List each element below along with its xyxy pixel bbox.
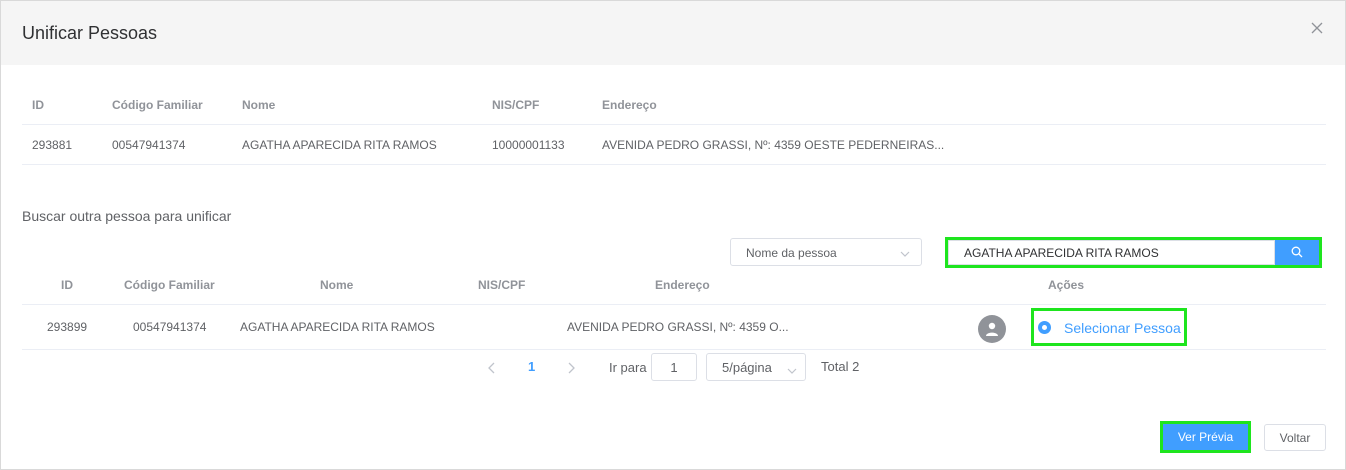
table-row: 293881 00547941374 AGATHA APARECIDA RITA… bbox=[22, 125, 1326, 165]
col-acoes: Ações bbox=[1048, 278, 1085, 292]
col-endereco: Endereço bbox=[655, 278, 710, 292]
user-icon[interactable] bbox=[978, 315, 1006, 343]
person-table: ID Código Familiar Nome NIS/CPF Endereço… bbox=[22, 85, 1326, 165]
search-section-label: Buscar outra pessoa para unificar bbox=[22, 208, 232, 224]
select-person-label[interactable]: Selecionar Pessoa bbox=[1064, 320, 1181, 336]
page-size-select[interactable]: 5/página bbox=[706, 353, 806, 381]
page-number[interactable]: 1 bbox=[528, 359, 535, 374]
cell-id: 293881 bbox=[32, 138, 73, 152]
chevron-down-icon bbox=[899, 247, 911, 265]
col-nome: Nome bbox=[242, 98, 276, 112]
cell-id: 293899 bbox=[47, 320, 88, 334]
back-button[interactable]: Voltar bbox=[1264, 424, 1326, 451]
results-table-header: ID Código Familiar Nome NIS/CPF Endereço… bbox=[22, 265, 1326, 305]
person-table-header: ID Código Familiar Nome NIS/CPF Endereço bbox=[22, 85, 1326, 125]
pagination-total: Total 2 bbox=[821, 359, 860, 374]
search-filter-select[interactable]: Nome da pessoa bbox=[730, 238, 922, 266]
chevron-down-icon bbox=[787, 363, 797, 381]
search-icon bbox=[1291, 246, 1303, 258]
search-filter-value: Nome da pessoa bbox=[746, 246, 837, 260]
col-id: ID bbox=[32, 98, 44, 112]
dialog-title: Unificar Pessoas bbox=[22, 23, 158, 43]
dialog-header: Unificar Pessoas bbox=[1, 1, 1345, 65]
select-person-action[interactable]: Selecionar Pessoa bbox=[1031, 308, 1187, 346]
cell-codigo-familiar: 00547941374 bbox=[112, 138, 186, 152]
close-icon[interactable] bbox=[1310, 21, 1326, 37]
radio-icon[interactable] bbox=[1038, 321, 1051, 334]
col-id: ID bbox=[61, 278, 73, 292]
col-codigo-familiar: Código Familiar bbox=[124, 278, 215, 292]
cell-nome: AGATHA APARECIDA RITA RAMOS bbox=[240, 320, 435, 334]
search-box bbox=[945, 237, 1322, 268]
col-endereco: Endereço bbox=[602, 98, 657, 112]
cell-endereco: AVENIDA PEDRO GRASSI, Nº: 4359 OESTE PED… bbox=[602, 138, 945, 152]
chevron-right-icon[interactable] bbox=[566, 361, 576, 379]
search-button[interactable] bbox=[1275, 240, 1319, 265]
page-size-value: 5/página bbox=[722, 360, 772, 375]
col-codigo-familiar: Código Familiar bbox=[112, 98, 203, 112]
cell-nis-cpf: 10000001133 bbox=[492, 138, 565, 152]
goto-label: Ir para bbox=[609, 360, 647, 375]
goto-page-input[interactable] bbox=[651, 353, 697, 381]
cell-codigo-familiar: 00547941374 bbox=[133, 320, 207, 334]
unify-dialog: Unificar Pessoas ID Código Familiar Nome… bbox=[0, 0, 1346, 470]
preview-button-frame: Ver Prévia bbox=[1160, 421, 1251, 453]
search-input[interactable] bbox=[948, 240, 1275, 265]
cell-endereco: AVENIDA PEDRO GRASSI, Nº: 4359 O... bbox=[567, 320, 789, 334]
chevron-left-icon[interactable] bbox=[487, 361, 497, 379]
preview-button[interactable]: Ver Prévia bbox=[1163, 424, 1248, 450]
cell-nome: AGATHA APARECIDA RITA RAMOS bbox=[242, 138, 437, 152]
col-nome: Nome bbox=[320, 278, 354, 292]
col-nis-cpf: NIS/CPF bbox=[492, 98, 540, 112]
radio-dot bbox=[1042, 325, 1047, 330]
col-nis-cpf: NIS/CPF bbox=[478, 278, 526, 292]
